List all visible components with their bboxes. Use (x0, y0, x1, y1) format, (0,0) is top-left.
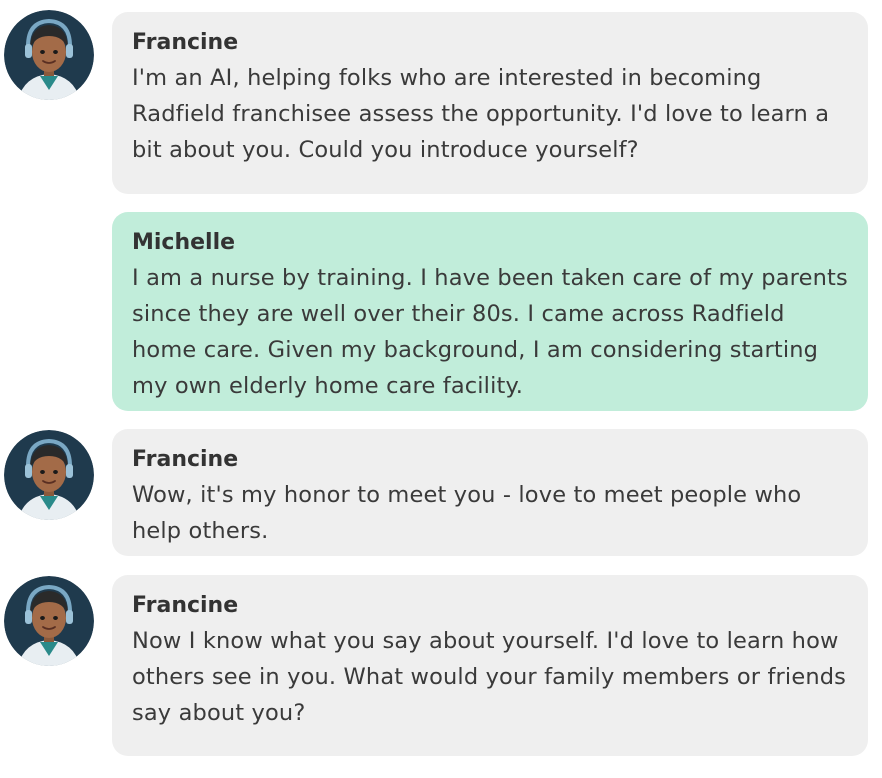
francine-avatar-icon (4, 430, 94, 520)
message-sender: Francine (132, 447, 239, 472)
message-bubble-michelle: Michelle I am a nurse by training. I hav… (112, 212, 868, 411)
message-text: I'm an AI, helping folks who are interes… (132, 65, 830, 163)
message-sender: Francine (132, 593, 239, 618)
message-text: Wow, it's my honor to meet you - love to… (132, 482, 802, 544)
message-sender: Michelle (132, 230, 236, 255)
message-sender: Francine (132, 30, 239, 55)
message-bubble-francine: Francine Wow, it's my honor to meet you … (112, 429, 868, 556)
francine-avatar-icon (4, 576, 94, 666)
message-bubble-francine: Francine Now I know what you say about y… (112, 575, 868, 756)
francine-avatar-icon (4, 10, 94, 100)
message-bubble-francine: Francine I'm an AI, helping folks who ar… (112, 12, 868, 194)
message-text: Now I know what you say about yourself. … (132, 628, 847, 726)
message-text: I am a nurse by training. I have been ta… (132, 265, 848, 399)
